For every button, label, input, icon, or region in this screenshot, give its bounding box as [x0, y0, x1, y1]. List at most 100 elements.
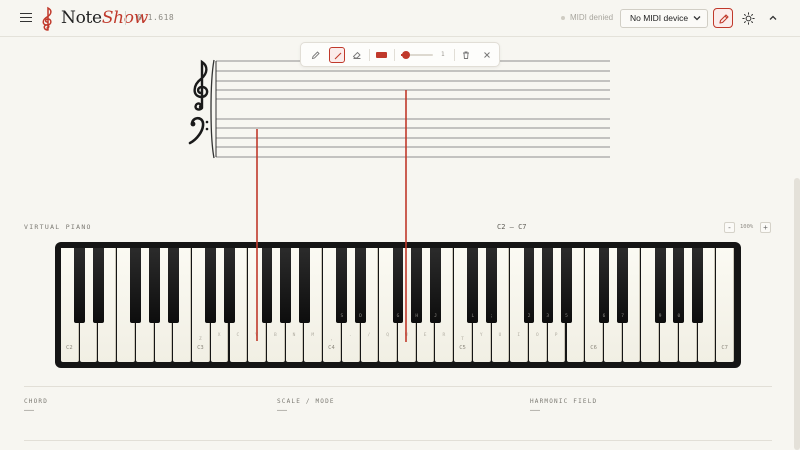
piano-black-key[interactable]: D	[355, 248, 366, 323]
key-shortcut-hint: X	[217, 333, 221, 338]
key-shortcut-hint: R	[442, 333, 446, 338]
scale-mode-label: SCALE / MODE	[277, 398, 335, 405]
piano-black-key[interactable]: H	[411, 248, 423, 323]
key-shortcut-hint: Y	[479, 333, 483, 338]
midi-device-select[interactable]: No MIDI device	[620, 9, 708, 28]
chord-label: CHORD	[24, 398, 49, 405]
key-shortcut-hint: 0	[677, 314, 681, 319]
piano-black-key[interactable]: L	[467, 248, 479, 323]
stroke-width-thumb[interactable]	[401, 51, 410, 59]
piano-black-key[interactable]: G	[392, 248, 404, 323]
draw-mode-toggle-button[interactable]	[713, 8, 733, 28]
piano-black-key[interactable]: 2	[523, 248, 535, 323]
key-shortcut-hint: L	[471, 314, 475, 319]
piano-keys: C2 Z C3 X C V B N M, C4. / Q W E R T C5 Y U I O P C6 C7 S D G H J L; 2…	[61, 248, 735, 362]
piano-black-key[interactable]	[692, 248, 703, 323]
zoom-level: 100%	[740, 224, 754, 230]
piano-black-key[interactable]	[261, 248, 273, 323]
line-icon	[334, 52, 342, 60]
scale-mode-value: —	[277, 405, 287, 416]
header-divider	[125, 11, 126, 25]
menu-icon[interactable]	[20, 13, 32, 23]
eraser-icon	[352, 51, 361, 59]
key-shortcut-hint: E	[423, 333, 427, 338]
midi-device-value: No MIDI device	[630, 13, 689, 23]
key-shortcut-hint: N	[292, 333, 296, 338]
key-shortcut-hint: 3	[546, 314, 550, 319]
chord-value: —	[24, 405, 34, 416]
pencil-icon	[311, 51, 320, 60]
theme-toggle-sun-icon[interactable]	[742, 12, 755, 25]
key-shortcut-hint: ,	[330, 337, 333, 342]
key-shortcut-hint: G	[396, 314, 400, 319]
chevron-up-icon[interactable]	[768, 13, 778, 23]
key-shortcut-hint: U	[498, 333, 502, 338]
toolbar-divider	[394, 49, 395, 61]
piano-range-label: C2 – C7	[497, 223, 527, 231]
close-icon	[484, 52, 490, 58]
octave-label: C3	[197, 345, 204, 351]
key-shortcut-hint: T	[461, 337, 464, 342]
piano-black-key[interactable]: 6	[598, 248, 610, 323]
piano-black-key[interactable]: 5	[561, 248, 572, 323]
piano-black-key[interactable]: 3	[542, 248, 554, 323]
stroke-color-swatch[interactable]	[376, 52, 387, 58]
zoom-in-button[interactable]: +	[760, 222, 771, 233]
piano-black-key[interactable]	[149, 248, 161, 323]
harmonic-field-value: —	[530, 405, 540, 416]
piano-black-key[interactable]: 9	[654, 248, 666, 323]
key-shortcut-hint: Z	[199, 337, 202, 342]
key-shortcut-hint: S	[340, 314, 344, 319]
key-shortcut-hint: D	[359, 314, 362, 319]
grand-staff	[188, 59, 610, 159]
piano-white-key[interactable]: C7	[716, 248, 734, 362]
drawing-toolbar: 1	[300, 42, 500, 67]
key-shortcut-hint: C	[236, 333, 240, 338]
key-shortcut-hint: M	[311, 333, 315, 338]
version-label: 0 1.618	[137, 13, 175, 22]
stroke-width-slider[interactable]	[401, 51, 433, 59]
piano-black-key[interactable]: S	[336, 248, 348, 323]
eraser-tool-button[interactable]	[349, 47, 365, 63]
key-shortcut-hint: 5	[565, 314, 568, 319]
key-shortcut-hint: 9	[658, 314, 662, 319]
piano-black-key[interactable]	[167, 248, 179, 323]
piano-black-key[interactable]	[74, 248, 86, 323]
key-shortcut-hint: /	[367, 333, 371, 338]
piano-black-key[interactable]	[298, 248, 310, 323]
treble-clef-icon	[193, 59, 209, 111]
octave-label: C4	[328, 345, 335, 351]
midi-status-dot-icon	[561, 15, 565, 20]
piano-black-key[interactable]: J	[430, 248, 441, 323]
key-shortcut-hint: Q	[386, 333, 389, 338]
line-tool-button[interactable]	[329, 47, 345, 63]
key-shortcut-hint: H	[415, 314, 419, 319]
trash-icon	[463, 51, 469, 59]
page-scrollbar[interactable]	[794, 178, 800, 450]
app-header: NoteShow 0 1.618 MIDI denied No MIDI dev…	[0, 0, 800, 37]
pencil-tool-button[interactable]	[308, 47, 324, 63]
piano-black-key[interactable]	[130, 248, 142, 323]
pencil-icon	[719, 14, 729, 24]
clear-drawing-button[interactable]	[458, 47, 474, 63]
piano-black-key[interactable]: 0	[673, 248, 685, 323]
key-shortcut-hint: ;	[490, 314, 493, 319]
piano-black-key[interactable]	[224, 248, 235, 323]
close-toolbar-button[interactable]	[479, 47, 495, 63]
piano-black-key[interactable]: ;	[486, 248, 498, 323]
key-shortcut-hint: 2	[527, 314, 531, 319]
divider	[24, 440, 772, 441]
octave-label: C5	[459, 345, 466, 351]
staff-lines	[216, 60, 610, 158]
midi-status-text: MIDI denied	[570, 13, 614, 22]
virtual-piano: C2 Z C3 X C V B N M, C4. / Q W E R T C5 Y U I O P C6 C7 S D G H J L; 2…	[55, 242, 741, 368]
toolbar-divider	[369, 49, 370, 61]
piano-black-key[interactable]	[280, 248, 292, 323]
harmonic-field-label: HARMONIC FIELD	[530, 398, 598, 405]
zoom-out-button[interactable]: -	[724, 222, 735, 233]
app-brand[interactable]: NoteShow	[61, 8, 148, 28]
midi-status: MIDI denied	[561, 13, 613, 22]
piano-black-key[interactable]	[205, 248, 217, 323]
piano-black-key[interactable]	[93, 248, 104, 323]
piano-black-key[interactable]: 7	[617, 248, 629, 323]
